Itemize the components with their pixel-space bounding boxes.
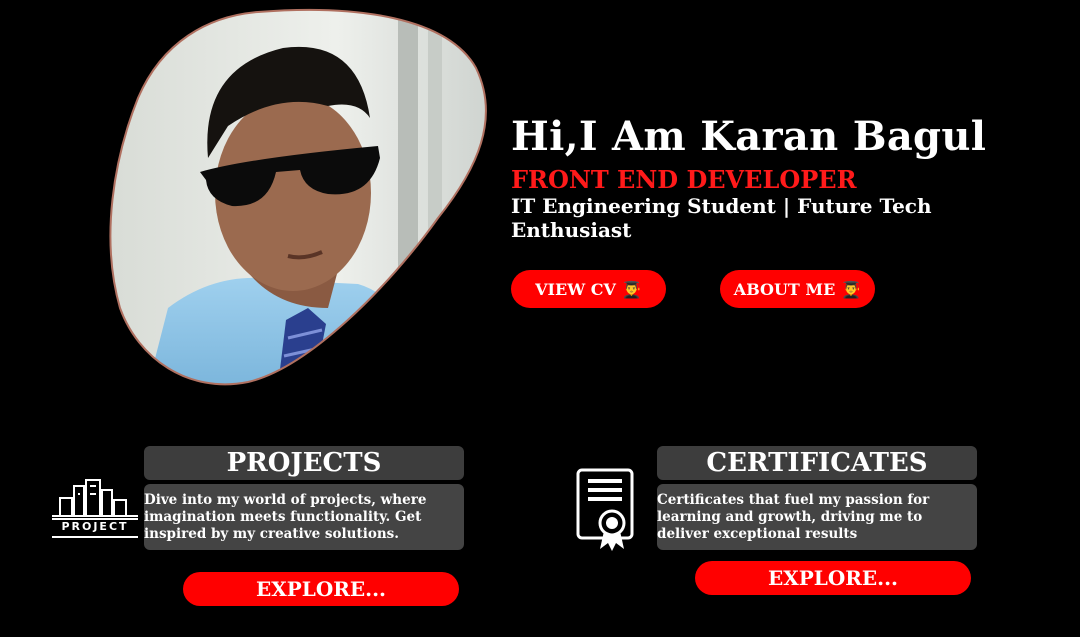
projects-description: Dive into my world of projects, where im… xyxy=(144,484,464,550)
certificates-heading: CERTIFICATES xyxy=(657,446,977,480)
project-icon-label: PROJECT xyxy=(61,520,129,533)
projects-explore-button[interactable]: EXPLORE... xyxy=(183,572,459,606)
view-cv-button[interactable]: VIEW CV 👨‍🎓 xyxy=(511,270,666,308)
certificate-award-icon xyxy=(574,467,636,553)
student-icon: 👨‍🎓 xyxy=(841,279,862,299)
hero-title: Hi,I Am Karan Bagul xyxy=(511,113,987,160)
hero-section: Hi,I Am Karan Bagul FRONT END DEVELOPER … xyxy=(511,112,1011,242)
hero-role: FRONT END DEVELOPER xyxy=(511,165,857,194)
view-cv-label: VIEW CV xyxy=(535,279,616,299)
city-buildings-icon: PROJECT xyxy=(50,476,140,544)
certificates-description: Certificates that fuel my passion for le… xyxy=(657,484,977,550)
certificates-explore-button[interactable]: EXPLORE... xyxy=(695,561,971,595)
student-icon: 👨‍🎓 xyxy=(621,279,642,299)
about-me-button[interactable]: ABOUT ME 👨‍🎓 xyxy=(720,270,875,308)
hero-subtitle: IT Engineering Student | Future Tech Ent… xyxy=(511,194,932,242)
about-me-label: ABOUT ME xyxy=(733,279,836,299)
projects-heading: PROJECTS xyxy=(144,446,464,480)
profile-photo xyxy=(108,8,488,386)
